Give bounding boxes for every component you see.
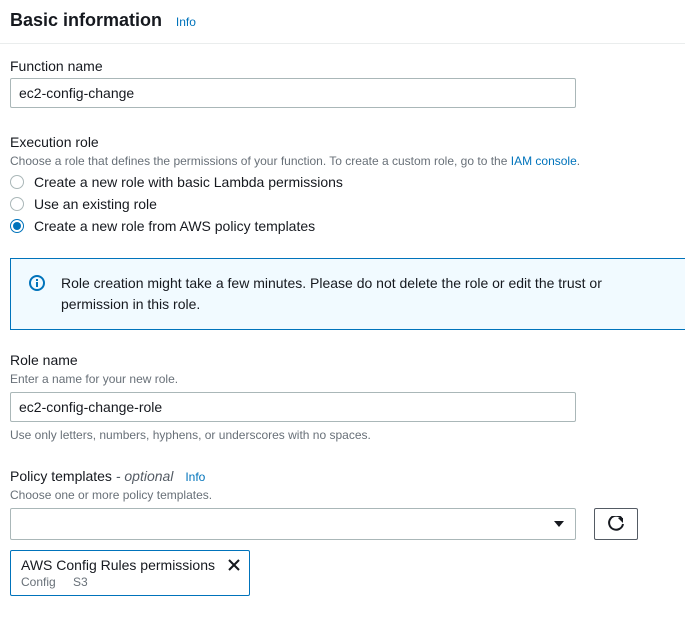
- policy-templates-label: Policy templates - optional Info: [10, 468, 675, 484]
- policy-templates-optional: - optional: [112, 468, 173, 484]
- refresh-icon: [608, 516, 624, 532]
- info-link[interactable]: Info: [176, 15, 196, 29]
- radio-create-basic[interactable]: Create a new role with basic Lambda perm…: [10, 174, 675, 190]
- header: Basic information Info: [0, 0, 685, 44]
- radio-use-existing[interactable]: Use an existing role: [10, 196, 675, 212]
- iam-console-link[interactable]: IAM console: [511, 154, 577, 168]
- execution-role-hint: Choose a role that defines the permissio…: [10, 154, 675, 168]
- execution-role-hint-text: Choose a role that defines the permissio…: [10, 154, 511, 168]
- policy-template-token-tags: Config S3: [21, 575, 239, 589]
- policy-template-token-title: AWS Config Rules permissions: [21, 557, 239, 573]
- execution-role-hint-suffix: .: [577, 154, 580, 168]
- radio-unchecked-icon: [10, 175, 24, 189]
- execution-role-radio-group: Create a new role with basic Lambda perm…: [10, 174, 675, 234]
- close-icon: [227, 558, 241, 572]
- radio-create-from-templates[interactable]: Create a new role from AWS policy templa…: [10, 218, 675, 234]
- info-alert: Role creation might take a few minutes. …: [10, 258, 685, 330]
- info-link[interactable]: Info: [185, 470, 205, 484]
- role-name-below-hint: Use only letters, numbers, hyphens, or u…: [10, 428, 675, 442]
- refresh-button[interactable]: [594, 508, 638, 540]
- radio-label: Create a new role with basic Lambda perm…: [34, 174, 343, 190]
- policy-templates-row: [10, 508, 675, 540]
- token-remove-button[interactable]: [227, 558, 241, 572]
- radio-label: Use an existing role: [34, 196, 157, 212]
- alert-text: Role creation might take a few minutes. …: [61, 273, 667, 315]
- execution-role-label: Execution role: [10, 134, 675, 150]
- policy-templates-label-text: Policy templates: [10, 468, 112, 484]
- role-name-label: Role name: [10, 352, 675, 368]
- radio-checked-icon: [10, 219, 24, 233]
- function-name-label: Function name: [10, 58, 675, 74]
- role-name-section: Role name Enter a name for your new role…: [0, 330, 685, 442]
- role-name-hint: Enter a name for your new role.: [10, 372, 675, 386]
- role-name-input[interactable]: [10, 392, 576, 422]
- policy-template-tag: Config: [21, 575, 56, 589]
- caret-down-icon: [553, 520, 565, 528]
- policy-templates-select[interactable]: [10, 508, 576, 540]
- function-name-section: Function name: [0, 44, 685, 108]
- radio-label: Create a new role from AWS policy templa…: [34, 218, 315, 234]
- radio-unchecked-icon: [10, 197, 24, 211]
- function-name-input[interactable]: [10, 78, 576, 108]
- execution-role-section: Execution role Choose a role that define…: [0, 108, 685, 234]
- policy-templates-section: Policy templates - optional Info Choose …: [0, 442, 685, 540]
- info-icon: [29, 275, 45, 291]
- policy-template-token: AWS Config Rules permissions Config S3: [10, 550, 250, 596]
- page-title: Basic information: [10, 10, 162, 31]
- policy-templates-hint: Choose one or more policy templates.: [10, 488, 675, 502]
- policy-template-tag: S3: [73, 575, 88, 589]
